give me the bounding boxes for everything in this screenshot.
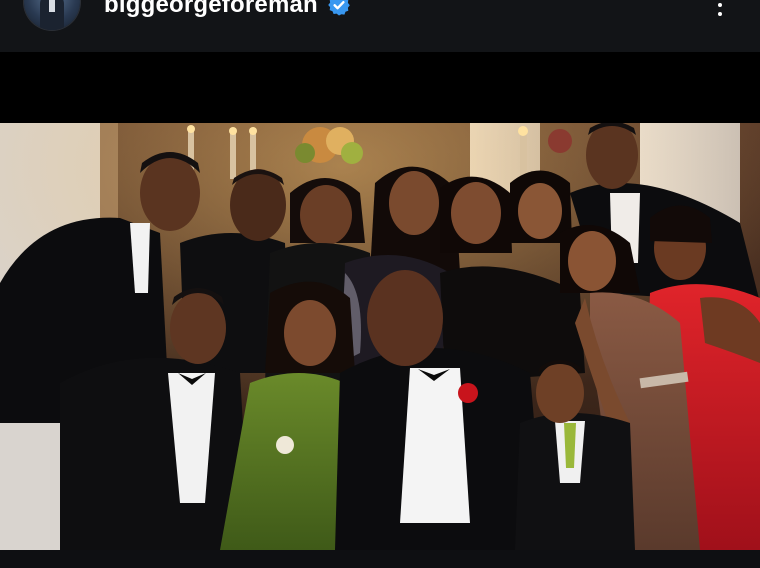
post-photo[interactable]	[0, 123, 760, 550]
bottom-band	[0, 550, 760, 568]
more-options-icon[interactable]	[706, 0, 734, 24]
header-spacer	[0, 52, 760, 123]
profile-avatar[interactable]	[24, 0, 80, 30]
username-row: biggeorgeforeman	[104, 0, 351, 18]
post-viewer: biggeorgeforeman	[0, 0, 760, 568]
username-link[interactable]: biggeorgeforeman	[104, 0, 318, 19]
post-header: biggeorgeforeman	[0, 0, 760, 52]
verified-badge-icon	[327, 0, 351, 17]
family-photo-illustration	[0, 123, 760, 550]
more-dot	[718, 3, 722, 7]
more-dot	[718, 12, 722, 16]
avatar-shirt	[49, 0, 55, 12]
